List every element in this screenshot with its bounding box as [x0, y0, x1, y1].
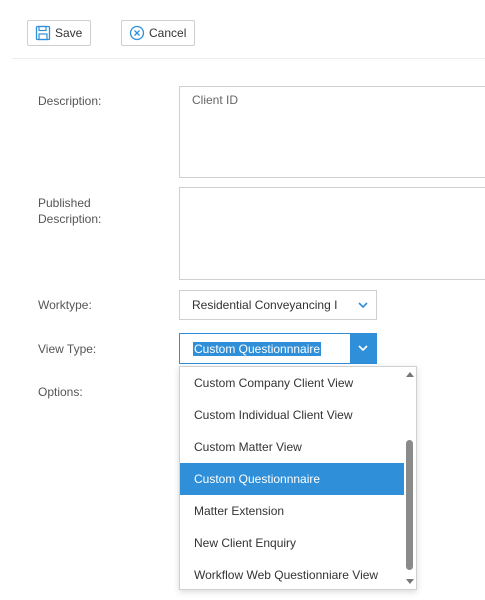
- dropdown-option[interactable]: Custom Matter View: [180, 431, 404, 463]
- description-label: Description:: [38, 94, 102, 108]
- worktype-label: Worktype:: [38, 298, 92, 312]
- viewtype-value: Custom Questionnnaire: [193, 341, 322, 356]
- save-icon: [34, 24, 52, 42]
- cancel-button[interactable]: Cancel: [121, 20, 196, 46]
- options-label: Options:: [38, 385, 83, 399]
- dropdown-option[interactable]: Custom Company Client View: [180, 367, 404, 399]
- viewtype-label: View Type:: [38, 342, 97, 356]
- dropdown-option[interactable]: Workflow Web Questionniare View: [180, 559, 404, 591]
- scrollbar-thumb[interactable]: [406, 440, 413, 570]
- published-label-line1: Published: [38, 196, 91, 210]
- published-description-label: Published Description:: [38, 195, 101, 227]
- chevron-down-icon[interactable]: [350, 291, 376, 319]
- published-description-field[interactable]: [179, 187, 485, 280]
- dropdown-option[interactable]: New Client Enquiry: [180, 527, 404, 559]
- scroll-up-arrow-icon[interactable]: [406, 372, 414, 377]
- cancel-label: Cancel: [149, 26, 187, 40]
- viewtype-value-wrap: Custom Questionnnaire: [180, 341, 350, 356]
- toolbar-divider: [12, 58, 485, 59]
- viewtype-dropdown[interactable]: Custom Company Client View Custom Indivi…: [179, 366, 417, 590]
- dropdown-option[interactable]: Matter Extension: [180, 495, 404, 527]
- description-field[interactable]: Client ID: [179, 86, 485, 178]
- chevron-down-icon[interactable]: [350, 334, 376, 363]
- worktype-select[interactable]: Residential Conveyancing I: [179, 290, 377, 320]
- viewtype-select[interactable]: Custom Questionnnaire: [179, 333, 377, 364]
- cancel-icon: [128, 24, 146, 42]
- save-label: Save: [55, 26, 83, 40]
- save-button[interactable]: Save: [27, 20, 92, 46]
- dropdown-option-selected[interactable]: Custom Questionnnaire: [180, 463, 404, 495]
- description-value: Client ID: [192, 93, 239, 107]
- scroll-down-arrow-icon[interactable]: [406, 579, 414, 584]
- published-label-line2: Description:: [38, 212, 102, 226]
- dropdown-scrollbar[interactable]: [403, 367, 416, 589]
- worktype-value: Residential Conveyancing I: [192, 298, 338, 312]
- dropdown-option[interactable]: Custom Individual Client View: [180, 399, 404, 431]
